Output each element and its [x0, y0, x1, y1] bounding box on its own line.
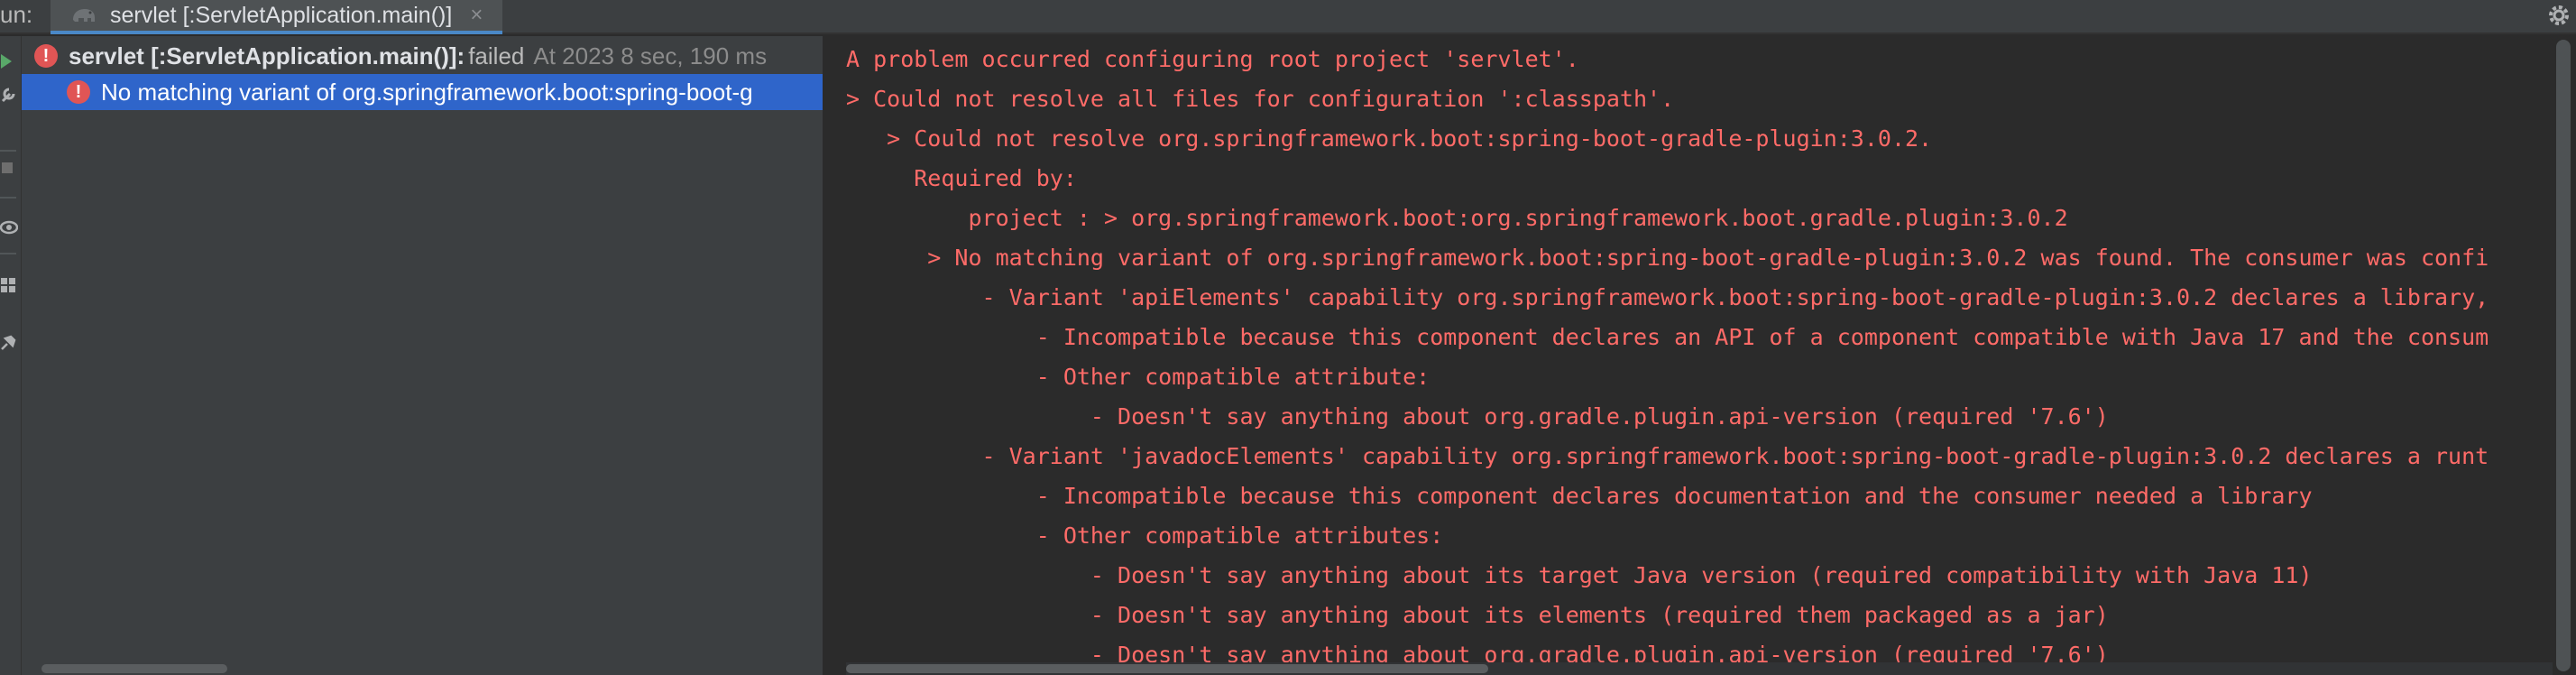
console-line: > Could not resolve all files for config…: [846, 86, 1675, 112]
console-line: - Doesn't say anything about its element…: [846, 602, 2109, 628]
toolbar-separator: [0, 150, 16, 152]
console-line: > No matching variant of org.springframe…: [846, 245, 2489, 271]
error-icon: !: [34, 44, 58, 68]
tree-node-status: failed: [468, 42, 525, 69]
console-line: - Incompatible because this component de…: [846, 483, 2313, 509]
console-vertical-scrollbar[interactable]: [2553, 36, 2576, 675]
console-line: - Variant 'apiElements' capability org.s…: [846, 284, 2489, 310]
tab-label: servlet [:ServletApplication.main()]: [110, 2, 453, 28]
console-line: - Variant 'javadocElements' capability o…: [846, 443, 2489, 469]
run-header: un: servlet [:ServletApplication.main()]…: [0, 0, 2576, 34]
pin-tab-button[interactable]: [0, 330, 20, 356]
pin-icon: [1, 335, 16, 350]
vertical-scroll-thumb[interactable]: [2556, 40, 2571, 671]
show-passed-toggle[interactable]: [0, 215, 20, 240]
toolbar-separator: [0, 253, 16, 254]
gradle-elephant-icon: [73, 9, 95, 22]
stop-icon: [2, 162, 13, 173]
console-line: A problem occurred configuring root proj…: [846, 46, 1579, 72]
wrench-icon: [1, 88, 15, 103]
layout-icon: [1, 278, 15, 292]
tree-node-child-label: No matching variant of org.springframewo…: [101, 78, 753, 106]
run-icon: [1, 54, 12, 69]
error-icon: !: [67, 80, 90, 104]
tree-node-name: servlet [:ServletApplication.main()]:: [69, 42, 465, 69]
console-line: > Could not resolve org.springframework.…: [846, 125, 1933, 152]
gear-icon[interactable]: [2545, 2, 2572, 29]
console-line: - Other compatible attributes:: [846, 522, 1444, 549]
run-tool-window: un: servlet [:ServletApplication.main()]…: [0, 0, 2576, 675]
console-line: - Incompatible because this component de…: [846, 324, 2489, 350]
horizontal-scroll-thumb[interactable]: [846, 664, 1488, 673]
run-label: un:: [0, 1, 33, 28]
console-horizontal-scrollbar[interactable]: [846, 662, 2553, 675]
console-line: - Doesn't say anything about its target …: [846, 562, 2313, 588]
rerun-button[interactable]: [0, 49, 20, 74]
run-toolbar: [0, 36, 22, 675]
layout-button[interactable]: [0, 273, 20, 298]
tree-node-root[interactable]: ! servlet [:ServletApplication.main()]: …: [22, 38, 823, 74]
test-results-tree: ! servlet [:ServletApplication.main()]: …: [22, 36, 823, 675]
tree-node-time: At 2023 8 sec, 190 ms: [533, 42, 768, 69]
stop-button[interactable]: [0, 155, 20, 180]
eye-icon: [0, 220, 18, 235]
tab-close-icon[interactable]: ×: [470, 3, 483, 28]
tree-node-child-selected[interactable]: ! No matching variant of org.springframe…: [22, 74, 823, 110]
console-line: Required by:: [846, 165, 1077, 191]
console-line: - Doesn't say anything about org.gradle.…: [846, 403, 2109, 430]
rerun-failed-button[interactable]: [0, 81, 20, 106]
tree-horizontal-scrollbar[interactable]: [41, 664, 227, 673]
console-line: - Other compatible attribute:: [846, 364, 1431, 390]
console-line: project : > org.springframework.boot:org…: [846, 205, 2068, 231]
tab-servlet-run[interactable]: servlet [:ServletApplication.main()] ×: [51, 0, 503, 34]
console-output[interactable]: A problem occurred configuring root proj…: [824, 36, 2547, 675]
toolbar-separator: [0, 197, 16, 199]
